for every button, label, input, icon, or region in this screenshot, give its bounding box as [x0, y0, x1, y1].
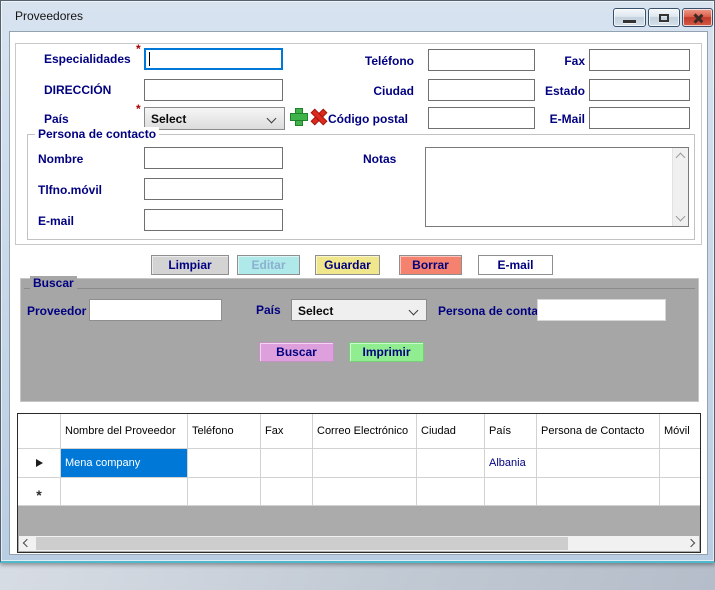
especialidades-input[interactable]: [144, 48, 283, 70]
direccion-input[interactable]: [144, 79, 283, 101]
especialidades-label: Especialidades: [44, 52, 131, 66]
table-row: Mena company Albania: [18, 449, 700, 478]
grid-cell-nombre[interactable]: [61, 478, 188, 506]
window-title: Proveedores: [15, 9, 83, 23]
ciudad-label: Ciudad: [341, 84, 414, 98]
buscar-persona-label: Persona de contacto: [438, 304, 537, 318]
scroll-right-icon: [687, 539, 695, 547]
grid-cell-ciudad[interactable]: [417, 449, 485, 478]
buscar-pais-select[interactable]: Select: [291, 299, 427, 321]
chevron-down-icon: [267, 114, 277, 124]
fax-label: Fax: [501, 54, 585, 68]
editar-button[interactable]: Editar: [237, 255, 300, 275]
maximize-button[interactable]: [648, 8, 680, 27]
grid-header-selector[interactable]: [18, 414, 61, 449]
delete-country-icon[interactable]: [310, 109, 326, 125]
grid-cell-pais[interactable]: Albania: [485, 449, 537, 478]
pais-select-value: Select: [151, 112, 186, 126]
new-row-header[interactable]: *: [18, 478, 61, 506]
estado-label: Estado: [501, 84, 585, 98]
grid-cell-telefono[interactable]: [188, 449, 261, 478]
minimize-icon: [623, 20, 636, 23]
buscar-group-title: Buscar: [30, 276, 77, 290]
grid-cell-pais[interactable]: [485, 478, 537, 506]
text-caret: [149, 52, 150, 66]
contact-email-input[interactable]: [144, 209, 283, 231]
grid-cell-correo[interactable]: [313, 449, 417, 478]
email-label: E-Mail: [501, 112, 585, 126]
grid-header-telefono[interactable]: Teléfono: [188, 414, 261, 449]
scroll-down-icon: [676, 212, 686, 222]
contact-email-label: E-mail: [38, 214, 74, 228]
current-row-header[interactable]: [18, 449, 61, 478]
estado-input[interactable]: [589, 79, 690, 101]
grid-cell-correo[interactable]: [313, 478, 417, 506]
proveedores-window: Proveedores Especialidades * DIRECCIÓN P…: [0, 0, 715, 563]
grid-cell-movil[interactable]: [660, 478, 701, 506]
pais-label: País: [44, 112, 69, 126]
buscar-proveedor-input[interactable]: [89, 299, 222, 321]
grid-cell-ciudad[interactable]: [417, 478, 485, 506]
new-row-icon: *: [36, 491, 41, 499]
grid-cell-telefono[interactable]: [188, 478, 261, 506]
contact-group-title: Persona de contacto: [35, 127, 159, 141]
grid-header-fax[interactable]: Fax: [261, 414, 313, 449]
email-button[interactable]: E-mail: [478, 255, 553, 275]
grid-cell-fax[interactable]: [261, 449, 313, 478]
notas-scrollbar[interactable]: [672, 148, 688, 226]
grid-cell-fax[interactable]: [261, 478, 313, 506]
maximize-icon: [659, 14, 669, 22]
buscar-persona-input[interactable]: [537, 299, 666, 321]
contact-movil-label: Tlfno.móvil: [38, 183, 102, 197]
add-country-icon[interactable]: [291, 109, 307, 125]
scrollbar-thumb[interactable]: [36, 537, 568, 550]
buscar-pais-label: País: [256, 303, 281, 317]
grid-horizontal-scrollbar[interactable]: [19, 536, 699, 551]
imprimir-button[interactable]: Imprimir: [349, 342, 424, 362]
grid-header-ciudad[interactable]: Ciudad: [417, 414, 485, 449]
contact-nombre-label: Nombre: [38, 152, 83, 166]
buscar-proveedor-label: Proveedor: [27, 304, 86, 318]
guardar-button[interactable]: Guardar: [315, 255, 380, 275]
suppliers-grid: Nombre del Proveedor Teléfono Fax Correo…: [17, 413, 701, 553]
scroll-left-icon: [23, 539, 31, 547]
scroll-up-icon: [676, 153, 686, 163]
buscar-button[interactable]: Buscar: [259, 342, 334, 362]
minimize-button[interactable]: [613, 8, 646, 27]
grid-cell-persona[interactable]: [537, 478, 660, 506]
groupbox-border: [24, 288, 695, 289]
email-input[interactable]: [589, 107, 690, 129]
current-row-arrow-icon: [36, 459, 43, 467]
grid-header-movil[interactable]: Móvil: [660, 414, 701, 449]
limpiar-button[interactable]: Limpiar: [151, 255, 229, 275]
buscar-pais-select-value: Select: [298, 304, 333, 318]
codigo-postal-label: Código postal: [328, 112, 408, 126]
pais-select[interactable]: Select: [144, 107, 285, 130]
grid-header-correo[interactable]: Correo Electrónico: [313, 414, 417, 449]
table-row-new: *: [18, 478, 700, 506]
grid-cell-nombre[interactable]: Mena company: [61, 449, 188, 478]
grid-header-nombre[interactable]: Nombre del Proveedor: [61, 414, 188, 449]
chevron-down-icon: [409, 306, 419, 316]
pais-required-marker: *: [136, 102, 141, 116]
direccion-label: DIRECCIÓN: [44, 83, 111, 97]
grid-header-row: Nombre del Proveedor Teléfono Fax Correo…: [18, 414, 700, 449]
contact-movil-input[interactable]: [144, 178, 283, 200]
grid-header-persona[interactable]: Persona de Contacto: [537, 414, 660, 449]
close-button[interactable]: [682, 8, 713, 27]
notas-label: Notas: [363, 152, 396, 166]
borrar-button[interactable]: Borrar: [399, 255, 462, 275]
notas-textarea-wrapper: [425, 147, 689, 227]
grid-header-pais[interactable]: País: [485, 414, 537, 449]
buscar-panel: Buscar: [20, 278, 699, 402]
grid-cell-persona[interactable]: [537, 449, 660, 478]
especialidades-required-marker: *: [136, 42, 141, 56]
notas-textarea[interactable]: [426, 148, 672, 226]
grid-cell-movil[interactable]: [660, 449, 701, 478]
titlebar[interactable]: Proveedores: [1, 1, 714, 31]
fax-input[interactable]: [589, 49, 690, 71]
contact-nombre-input[interactable]: [144, 147, 283, 169]
telefono-label: Teléfono: [341, 54, 414, 68]
